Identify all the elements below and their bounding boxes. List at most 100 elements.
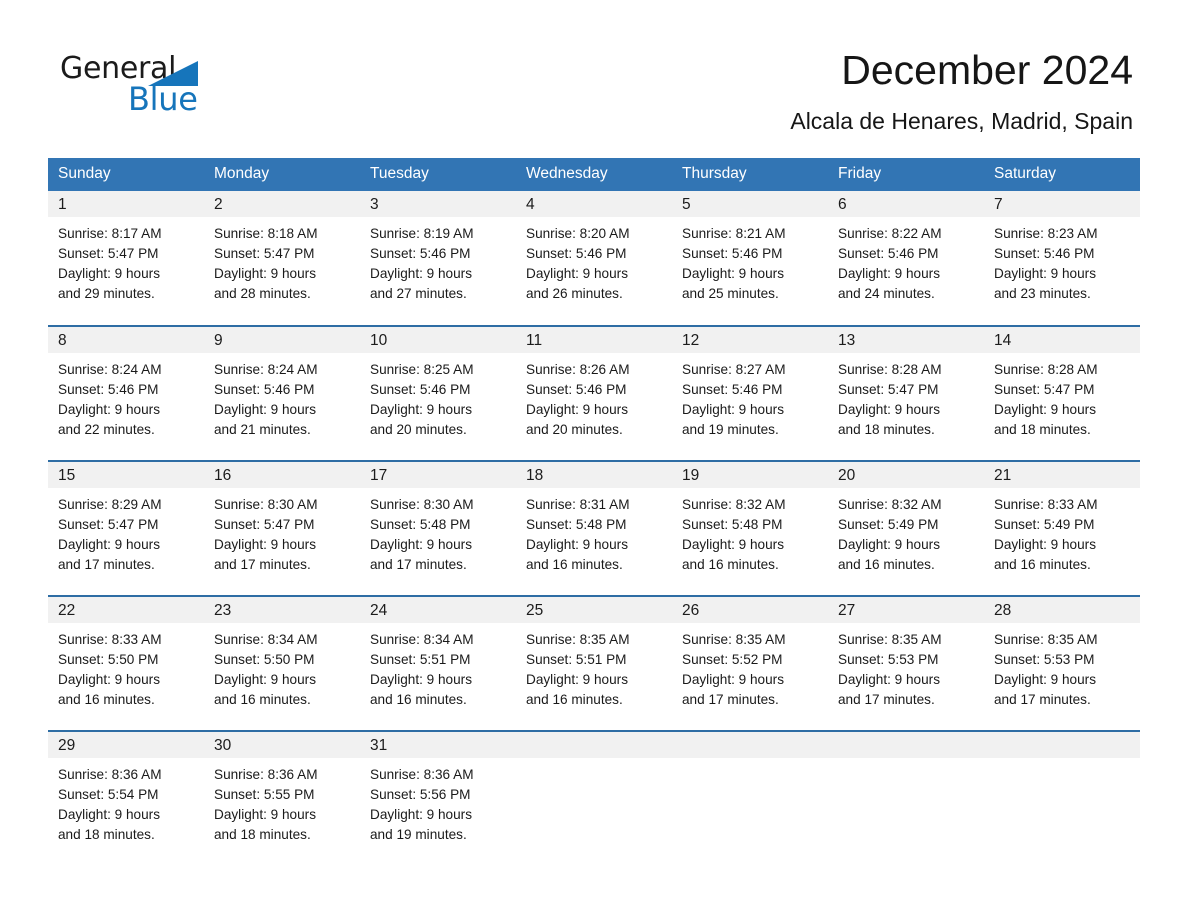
day-details: Sunrise: 8:32 AM Sunset: 5:48 PM Dayligh… xyxy=(682,497,786,573)
day-cell[interactable]: 4 Sunrise: 8:20 AM Sunset: 5:46 PM Daylig… xyxy=(516,191,672,326)
week-row: 29 Sunrise: 8:36 AM Sunset: 5:54 PM Dayli… xyxy=(48,730,1140,853)
day-cell[interactable]: 1 Sunrise: 8:17 AM Sunset: 5:47 PM Daylig… xyxy=(48,191,204,326)
day-cell[interactable]: 15 Sunrise: 8:29 AM Sunset: 5:47 PM Dayli… xyxy=(48,460,204,596)
day-cell[interactable]: 24 Sunrise: 8:34 AM Sunset: 5:51 PM Dayli… xyxy=(360,595,516,731)
day-number: 30 xyxy=(204,732,360,758)
day-number: 18 xyxy=(516,462,672,488)
day-details: Sunrise: 8:35 AM Sunset: 5:53 PM Dayligh… xyxy=(838,632,942,708)
day-details: Sunrise: 8:35 AM Sunset: 5:51 PM Dayligh… xyxy=(526,632,630,708)
day-cell[interactable]: 20 Sunrise: 8:32 AM Sunset: 5:49 PM Dayli… xyxy=(828,460,984,596)
day-cell[interactable]: 26 Sunrise: 8:35 AM Sunset: 5:52 PM Dayli… xyxy=(672,595,828,731)
day-number: 28 xyxy=(984,597,1140,623)
general-blue-logo[interactable]: General Blue xyxy=(60,52,260,117)
day-number: 14 xyxy=(984,327,1140,353)
day-cell-empty xyxy=(672,730,828,853)
day-cell[interactable]: 2 Sunrise: 8:18 AM Sunset: 5:47 PM Daylig… xyxy=(204,191,360,326)
day-cell[interactable]: 30 Sunrise: 8:36 AM Sunset: 5:55 PM Dayli… xyxy=(204,730,360,853)
day-number: 23 xyxy=(204,597,360,623)
day-cell[interactable]: 17 Sunrise: 8:30 AM Sunset: 5:48 PM Dayli… xyxy=(360,460,516,596)
day-details: Sunrise: 8:36 AM Sunset: 5:56 PM Dayligh… xyxy=(370,767,474,843)
day-details: Sunrise: 8:22 AM Sunset: 5:46 PM Dayligh… xyxy=(838,226,942,302)
day-details: Sunrise: 8:31 AM Sunset: 5:48 PM Dayligh… xyxy=(526,497,630,573)
day-cell[interactable]: 11 Sunrise: 8:26 AM Sunset: 5:46 PM Dayli… xyxy=(516,325,672,461)
day-details: Sunrise: 8:35 AM Sunset: 5:53 PM Dayligh… xyxy=(994,632,1098,708)
day-details xyxy=(828,758,984,765)
week-row: 15 Sunrise: 8:29 AM Sunset: 5:47 PM Dayli… xyxy=(48,460,1140,596)
weekday-header-wednesday: Wednesday xyxy=(516,158,672,191)
day-cell[interactable]: 19 Sunrise: 8:32 AM Sunset: 5:48 PM Dayli… xyxy=(672,460,828,596)
day-number: 10 xyxy=(360,327,516,353)
day-cell[interactable]: 25 Sunrise: 8:35 AM Sunset: 5:51 PM Dayli… xyxy=(516,595,672,731)
weekday-header-thursday: Thursday xyxy=(672,158,828,191)
day-number: 4 xyxy=(516,191,672,217)
week-row: 1 Sunrise: 8:17 AM Sunset: 5:47 PM Daylig… xyxy=(48,191,1140,326)
day-number: 25 xyxy=(516,597,672,623)
day-details: Sunrise: 8:17 AM Sunset: 5:47 PM Dayligh… xyxy=(58,226,162,302)
day-cell[interactable]: 21 Sunrise: 8:33 AM Sunset: 5:49 PM Dayli… xyxy=(984,460,1140,596)
day-details: Sunrise: 8:29 AM Sunset: 5:47 PM Dayligh… xyxy=(58,497,162,573)
day-cell[interactable]: 10 Sunrise: 8:25 AM Sunset: 5:46 PM Dayli… xyxy=(360,325,516,461)
day-cell[interactable]: 12 Sunrise: 8:27 AM Sunset: 5:46 PM Dayli… xyxy=(672,325,828,461)
day-details: Sunrise: 8:36 AM Sunset: 5:54 PM Dayligh… xyxy=(58,767,162,843)
day-number xyxy=(984,732,1140,758)
day-number: 8 xyxy=(48,327,204,353)
calendar-page: General Blue December 2024 Alcala de Hen… xyxy=(0,0,1188,918)
day-cell[interactable]: 8 Sunrise: 8:24 AM Sunset: 5:46 PM Daylig… xyxy=(48,325,204,461)
day-cell[interactable]: 14 Sunrise: 8:28 AM Sunset: 5:47 PM Dayli… xyxy=(984,325,1140,461)
day-cell[interactable]: 22 Sunrise: 8:33 AM Sunset: 5:50 PM Dayli… xyxy=(48,595,204,731)
day-cell[interactable]: 7 Sunrise: 8:23 AM Sunset: 5:46 PM Daylig… xyxy=(984,191,1140,326)
day-number: 21 xyxy=(984,462,1140,488)
calendar-body: 1 Sunrise: 8:17 AM Sunset: 5:47 PM Daylig… xyxy=(48,191,1140,853)
day-details: Sunrise: 8:36 AM Sunset: 5:55 PM Dayligh… xyxy=(214,767,318,843)
day-number: 19 xyxy=(672,462,828,488)
day-number: 24 xyxy=(360,597,516,623)
page-header: General Blue December 2024 Alcala de Hen… xyxy=(0,0,1188,158)
day-cell[interactable]: 23 Sunrise: 8:34 AM Sunset: 5:50 PM Dayli… xyxy=(204,595,360,731)
day-details: Sunrise: 8:33 AM Sunset: 5:50 PM Dayligh… xyxy=(58,632,162,708)
weekday-header-saturday: Saturday xyxy=(984,158,1140,191)
day-details: Sunrise: 8:18 AM Sunset: 5:47 PM Dayligh… xyxy=(214,226,318,302)
day-cell[interactable]: 6 Sunrise: 8:22 AM Sunset: 5:46 PM Daylig… xyxy=(828,191,984,326)
day-details xyxy=(984,758,1140,765)
day-number: 26 xyxy=(672,597,828,623)
day-details xyxy=(672,758,828,765)
day-number: 2 xyxy=(204,191,360,217)
day-number: 29 xyxy=(48,732,204,758)
day-details: Sunrise: 8:23 AM Sunset: 5:46 PM Dayligh… xyxy=(994,226,1098,302)
day-number: 27 xyxy=(828,597,984,623)
day-details: Sunrise: 8:21 AM Sunset: 5:46 PM Dayligh… xyxy=(682,226,786,302)
day-details: Sunrise: 8:30 AM Sunset: 5:47 PM Dayligh… xyxy=(214,497,318,573)
day-details: Sunrise: 8:28 AM Sunset: 5:47 PM Dayligh… xyxy=(994,362,1098,438)
calendar-grid: Sunday Monday Tuesday Wednesday Thursday… xyxy=(48,158,1140,853)
day-cell-empty xyxy=(828,730,984,853)
day-details: Sunrise: 8:33 AM Sunset: 5:49 PM Dayligh… xyxy=(994,497,1098,573)
day-details: Sunrise: 8:24 AM Sunset: 5:46 PM Dayligh… xyxy=(58,362,162,438)
day-details: Sunrise: 8:26 AM Sunset: 5:46 PM Dayligh… xyxy=(526,362,630,438)
weekday-header-tuesday: Tuesday xyxy=(360,158,516,191)
weekday-header-friday: Friday xyxy=(828,158,984,191)
day-cell[interactable]: 18 Sunrise: 8:31 AM Sunset: 5:48 PM Dayli… xyxy=(516,460,672,596)
day-cell[interactable]: 16 Sunrise: 8:30 AM Sunset: 5:47 PM Dayli… xyxy=(204,460,360,596)
day-number xyxy=(516,732,672,758)
day-number: 16 xyxy=(204,462,360,488)
day-cell[interactable]: 9 Sunrise: 8:24 AM Sunset: 5:46 PM Daylig… xyxy=(204,325,360,461)
day-details: Sunrise: 8:27 AM Sunset: 5:46 PM Dayligh… xyxy=(682,362,786,438)
day-number: 13 xyxy=(828,327,984,353)
day-number: 22 xyxy=(48,597,204,623)
day-cell[interactable]: 27 Sunrise: 8:35 AM Sunset: 5:53 PM Dayli… xyxy=(828,595,984,731)
day-number xyxy=(828,732,984,758)
day-details: Sunrise: 8:20 AM Sunset: 5:46 PM Dayligh… xyxy=(526,226,630,302)
day-number: 17 xyxy=(360,462,516,488)
day-cell[interactable]: 29 Sunrise: 8:36 AM Sunset: 5:54 PM Dayli… xyxy=(48,730,204,853)
day-cell[interactable]: 28 Sunrise: 8:35 AM Sunset: 5:53 PM Dayli… xyxy=(984,595,1140,731)
day-details xyxy=(516,758,672,765)
day-details: Sunrise: 8:19 AM Sunset: 5:46 PM Dayligh… xyxy=(370,226,474,302)
day-cell[interactable]: 5 Sunrise: 8:21 AM Sunset: 5:46 PM Daylig… xyxy=(672,191,828,326)
day-number: 15 xyxy=(48,462,204,488)
day-cell[interactable]: 13 Sunrise: 8:28 AM Sunset: 5:47 PM Dayli… xyxy=(828,325,984,461)
day-cell[interactable]: 3 Sunrise: 8:19 AM Sunset: 5:46 PM Daylig… xyxy=(360,191,516,326)
day-number: 31 xyxy=(360,732,516,758)
day-cell-empty xyxy=(516,730,672,853)
day-cell[interactable]: 31 Sunrise: 8:36 AM Sunset: 5:56 PM Dayli… xyxy=(360,730,516,853)
day-number: 20 xyxy=(828,462,984,488)
